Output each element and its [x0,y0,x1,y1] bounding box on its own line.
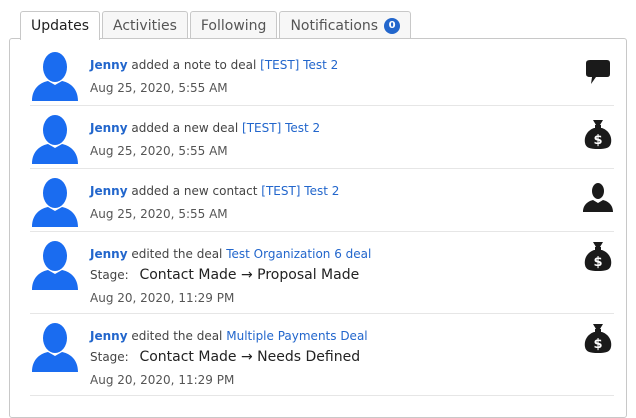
timestamp: Aug 25, 2020, 5:55 AM [90,207,228,221]
stage-change: Stage: Contact Made → Proposal Made [90,266,614,284]
target-link[interactable]: [TEST] Test 2 [260,58,338,72]
user-avatar-icon[interactable] [30,320,80,372]
money-bag-icon: $ [584,324,612,353]
tab-following[interactable]: Following [189,11,278,39]
svg-text:$: $ [593,255,602,270]
tab-label: Following [200,17,267,34]
tab-activities[interactable]: Activities [102,11,188,39]
actor-link[interactable]: Jenny [90,121,128,135]
person-icon [583,183,613,212]
action-text: added a new deal [131,121,239,135]
stage-label: Stage: [90,350,129,364]
action-text: edited the deal [131,329,223,343]
feed-item: Jenny added a note to deal [TEST] Test 2… [30,43,614,106]
money-bag-icon: $ [584,120,612,149]
user-avatar-icon[interactable] [30,238,80,290]
feed-item: Jenny added a new deal [TEST] Test 2 Aug… [30,106,614,169]
user-avatar-icon[interactable] [30,175,80,227]
stage-change-value: Contact Made → Needs Defined [139,349,361,365]
user-avatar-icon[interactable] [30,112,80,164]
feed-item: Jenny added a new contact [TEST] Test 2 … [30,169,614,232]
svg-text:$: $ [593,337,602,352]
feed-item: Jenny edited the deal Multiple Payments … [30,314,614,396]
tab-bar: Updates Activities Following Notificatio… [20,11,412,40]
svg-text:$: $ [593,133,602,148]
action-text: edited the deal [131,247,223,261]
tab-updates[interactable]: Updates [20,11,100,40]
notification-count-badge: 0 [384,17,401,34]
actor-link[interactable]: Jenny [90,58,128,72]
actor-link[interactable]: Jenny [90,329,128,343]
timestamp: Aug 20, 2020, 11:29 PM [90,291,235,305]
actor-link[interactable]: Jenny [90,184,128,198]
timestamp: Aug 25, 2020, 5:55 AM [90,81,228,95]
action-text: added a new contact [131,184,258,198]
target-link[interactable]: Multiple Payments Deal [226,329,367,343]
tab-label: Notifications [290,17,379,34]
target-link[interactable]: [TEST] Test 2 [242,121,320,135]
stage-label: Stage: [90,268,129,282]
action-text: added a note to deal [131,58,257,72]
tab-label: Updates [31,18,89,34]
target-link[interactable]: Test Organization 6 deal [226,247,371,261]
actor-link[interactable]: Jenny [90,247,128,261]
stage-change: Stage: Contact Made → Needs Defined [90,348,614,366]
updates-panel: Jenny added a note to deal [TEST] Test 2… [9,38,627,418]
timestamp: Aug 25, 2020, 5:55 AM [90,144,228,158]
target-link[interactable]: [TEST] Test 2 [261,184,339,198]
activity-feed: Jenny added a note to deal [TEST] Test 2… [30,43,614,396]
timestamp: Aug 20, 2020, 11:29 PM [90,373,235,387]
stage-change-value: Contact Made → Proposal Made [139,267,360,283]
tab-label: Activities [113,17,177,34]
speech-bubble-icon [586,60,610,84]
tab-notifications[interactable]: Notifications 0 [279,11,412,39]
money-bag-icon: $ [584,242,612,271]
feed-item: Jenny edited the deal Test Organization … [30,232,614,314]
user-avatar-icon[interactable] [30,49,80,101]
